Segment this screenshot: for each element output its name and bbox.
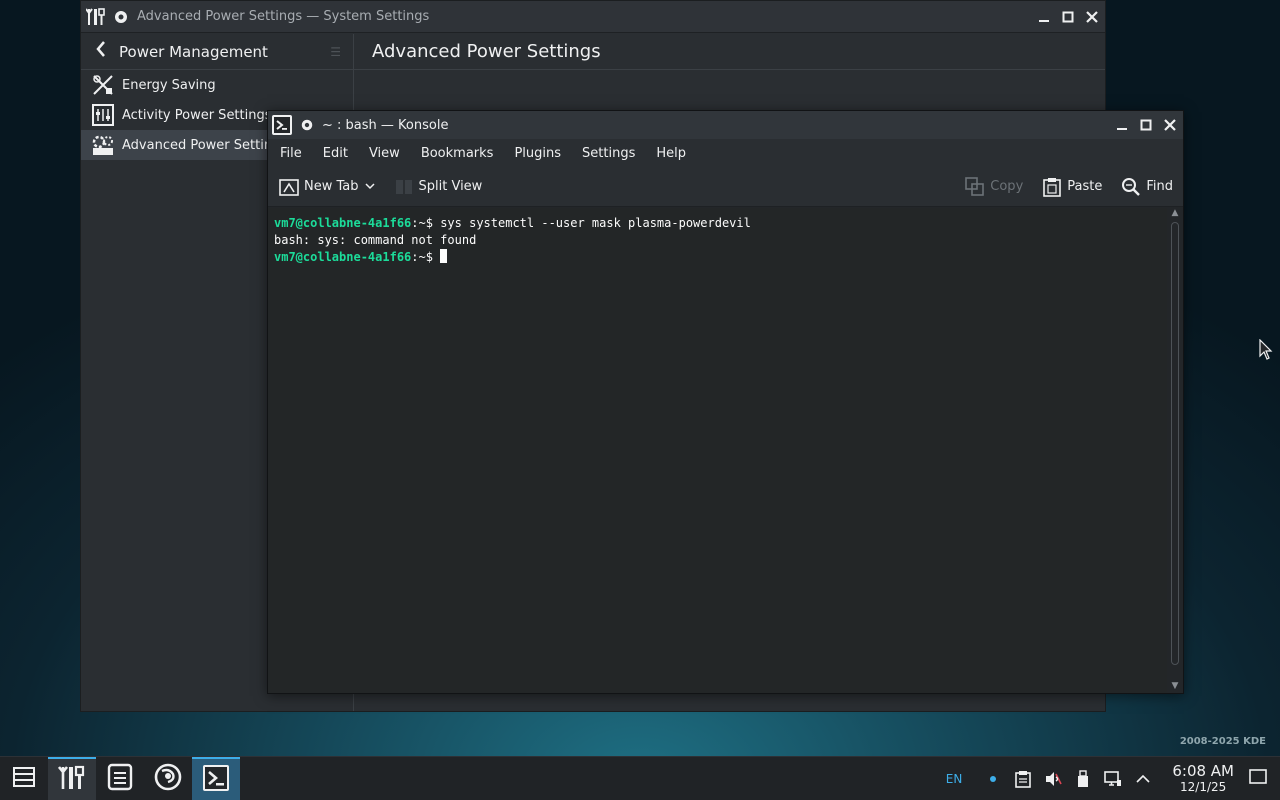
terminal-scrollbar[interactable]: ▲ ▼ (1167, 208, 1183, 693)
prompt-user: vm7@collabne-4a1f66 (274, 250, 412, 264)
usb-device-icon[interactable] (1072, 768, 1094, 790)
show-desktop-icon (1249, 768, 1267, 789)
copy-icon (964, 176, 986, 198)
terminal-line: vm7@collabne-4a1f66:~$ (274, 249, 1161, 266)
menu-edit[interactable]: Edit (315, 146, 356, 161)
clipboard-icon[interactable] (1012, 768, 1034, 790)
copy-button[interactable]: Copy (964, 176, 1023, 198)
copy-label: Copy (990, 179, 1024, 194)
menu-settings[interactable]: Settings (574, 146, 643, 161)
find-label: Find (1146, 179, 1173, 194)
taskbar-browser[interactable] (144, 757, 192, 800)
network-wired-icon[interactable] (1102, 768, 1124, 790)
maximize-button[interactable] (1135, 114, 1157, 136)
text-cursor (440, 249, 448, 263)
taskbar-konsole[interactable] (192, 756, 240, 800)
taskbar-file-manager[interactable] (96, 757, 144, 800)
split-view-button[interactable]: Split View (393, 176, 483, 198)
prompt-path: :~$ (411, 216, 433, 230)
chevron-down-icon[interactable] (364, 179, 375, 194)
menu-bookmarks[interactable]: Bookmarks (413, 146, 502, 161)
paste-icon (1041, 176, 1063, 198)
menu-view[interactable]: View (361, 146, 408, 161)
application-launcher-button[interactable] (0, 757, 48, 800)
konsole-title: ~ : bash — Konsole (322, 117, 449, 133)
konsole-toolbar: New Tab Split View Copy Paste Find (268, 167, 1183, 207)
maximize-button[interactable] (1057, 6, 1079, 28)
menu-plugins[interactable]: Plugins (506, 146, 569, 161)
system-settings-titlebar[interactable]: Advanced Power Settings — System Setting… (81, 1, 1105, 33)
terminal-area[interactable]: vm7@collabne-4a1f66:~$ sys systemctl --u… (268, 208, 1167, 693)
search-icon (1120, 176, 1142, 198)
konsole-window: ~ : bash — Konsole File Edit View Bookma… (267, 110, 1184, 694)
menu-icon (13, 766, 35, 791)
clock-date: 12/1/25 (1180, 780, 1227, 794)
taskbar: EN 6:08 AM 12/1/25 (0, 756, 1280, 800)
close-button[interactable] (1081, 6, 1103, 28)
show-desktop-button[interactable] (1248, 768, 1268, 789)
new-tab-button[interactable]: New Tab (278, 176, 375, 198)
terminal-app-icon[interactable] (272, 115, 292, 135)
output-text: bash: sys: command not found (274, 233, 477, 247)
system-settings-icon (57, 764, 86, 796)
command-text (433, 250, 440, 264)
terminal-icon (202, 764, 230, 796)
sidebar-item-label: Advanced Power Settings (122, 137, 288, 153)
system-tray: EN 6:08 AM 12/1/25 (946, 757, 1280, 800)
terminal-line: bash: sys: command not found (274, 232, 1161, 249)
split-view-icon (393, 176, 415, 198)
sidebar-back-label: Power Management (119, 42, 268, 61)
chevron-up-icon[interactable] (1132, 768, 1154, 790)
prompt-user: vm7@collabne-4a1f66 (274, 216, 412, 230)
clock-time: 6:08 AM (1172, 762, 1234, 780)
konsole-menubar: File Edit View Bookmarks Plugins Setting… (268, 139, 1183, 167)
firefox-icon (153, 762, 183, 796)
system-settings-app-icon[interactable] (85, 6, 107, 28)
file-manager-icon (107, 763, 133, 795)
scroll-up-icon[interactable]: ▲ (1167, 208, 1183, 220)
mouse-pointer-icon (1259, 338, 1273, 365)
activity-power-icon (91, 103, 115, 127)
menu-help[interactable]: Help (648, 146, 694, 161)
new-tab-icon (278, 176, 300, 198)
terminal-line: vm7@collabne-4a1f66:~$ sys systemctl --u… (274, 215, 1161, 232)
minimize-button[interactable] (1033, 6, 1055, 28)
desktop-credit: 2008-2025 KDE (1179, 736, 1266, 747)
konsole-titlebar[interactable]: ~ : bash — Konsole (268, 111, 1183, 139)
prompt-path: :~$ (411, 250, 433, 264)
paste-button[interactable]: Paste (1041, 176, 1102, 198)
digital-clock[interactable]: 6:08 AM 12/1/25 (1172, 762, 1234, 795)
paste-label: Paste (1067, 179, 1103, 194)
command-text: sys systemctl --user mask plasma-powerde… (432, 216, 751, 230)
new-tab-label: New Tab (304, 179, 359, 194)
split-view-label: Split View (418, 179, 483, 194)
scrollbar-track[interactable] (1171, 222, 1179, 665)
advanced-power-icon (91, 133, 115, 157)
volume-muted-icon[interactable] (1042, 768, 1064, 790)
minimize-button[interactable] (1111, 114, 1133, 136)
chevron-left-icon[interactable] (95, 41, 111, 62)
hamburger-menu-icon[interactable]: ☰ (330, 45, 341, 59)
energy-saving-icon (91, 73, 115, 97)
menu-file[interactable]: File (272, 146, 310, 161)
system-settings-title: Advanced Power Settings — System Setting… (137, 9, 430, 24)
sidebar-item-label: Energy Saving (122, 77, 216, 93)
pin-icon[interactable] (113, 9, 129, 25)
scroll-down-icon[interactable]: ▼ (1167, 681, 1183, 693)
sidebar-item-energy-saving[interactable]: Energy Saving (81, 70, 353, 100)
close-button[interactable] (1159, 114, 1181, 136)
taskbar-system-settings[interactable] (48, 756, 96, 800)
pin-icon[interactable] (300, 118, 314, 132)
notification-dot-icon[interactable] (982, 768, 1004, 790)
page-title: Advanced Power Settings (354, 34, 1105, 70)
find-button[interactable]: Find (1120, 176, 1173, 198)
sidebar-item-label: Activity Power Settings (122, 107, 272, 123)
keyboard-layout-indicator[interactable]: EN (946, 772, 963, 786)
back-button[interactable]: Power Management ☰ (81, 34, 353, 70)
